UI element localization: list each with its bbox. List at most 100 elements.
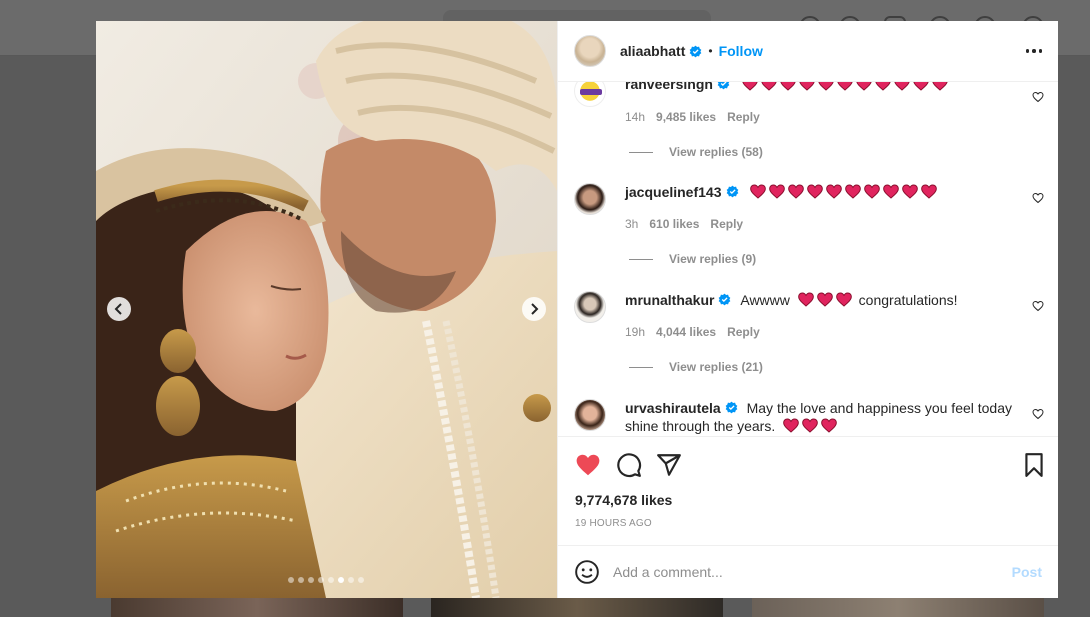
- add-comment-bar: Post: [558, 545, 1058, 598]
- comment-text: congratulations!: [858, 292, 958, 308]
- red-heart-emoji-icon: [802, 418, 818, 433]
- red-heart-emoji-icon: [799, 82, 815, 91]
- comment-time: 3h: [625, 217, 639, 231]
- comment-time: 14h: [625, 110, 646, 124]
- red-heart-emoji-icon: [807, 184, 824, 199]
- red-heart-emoji-icon: [883, 184, 900, 199]
- verified-badge-icon: [726, 185, 738, 198]
- comment-input[interactable]: [613, 564, 993, 580]
- heart-emoji-row: [797, 292, 855, 308]
- red-heart-emoji-icon: [783, 418, 799, 433]
- previous-image-button[interactable]: [107, 297, 131, 321]
- replies-line: [629, 258, 653, 260]
- carousel-dot: [348, 577, 354, 583]
- red-heart-emoji-icon: [921, 184, 938, 199]
- commenter-avatar[interactable]: [574, 291, 606, 323]
- author-username[interactable]: aliaabhatt: [620, 43, 685, 59]
- commenter-avatar[interactable]: [574, 183, 606, 215]
- replies-line: [629, 366, 653, 368]
- heart-emoji-row: [750, 184, 940, 200]
- comment-body: jacquelinef143: [625, 183, 1025, 201]
- heart-emoji-row: [783, 418, 840, 434]
- background-post-thumbnail: [431, 598, 723, 617]
- background-post-thumbnail: [752, 598, 1044, 617]
- carousel-dot: [328, 577, 334, 583]
- comment-like-heart-icon[interactable]: [1032, 300, 1044, 312]
- commenter-username[interactable]: jacquelinef143: [625, 184, 722, 200]
- comment-icon[interactable]: [616, 452, 642, 478]
- comment-like-heart-icon[interactable]: [1032, 91, 1044, 103]
- red-heart-emoji-icon: [742, 82, 758, 91]
- red-heart-emoji-icon: [894, 82, 910, 91]
- chevron-right-icon: [531, 303, 539, 315]
- carousel-dot: [288, 577, 294, 583]
- verified-badge-icon: [725, 401, 738, 414]
- next-image-button[interactable]: [522, 297, 546, 321]
- red-heart-emoji-icon: [761, 82, 777, 91]
- verified-badge-icon: [690, 45, 702, 57]
- reply-button[interactable]: Reply: [727, 325, 760, 339]
- post-timestamp[interactable]: 19 HOURS AGO: [575, 518, 652, 529]
- bookmark-icon[interactable]: [1021, 452, 1047, 478]
- comment-likes[interactable]: 4,044 likes: [656, 325, 716, 339]
- red-heart-emoji-icon: [826, 184, 843, 199]
- post-likes-count[interactable]: 9,774,678 likes: [575, 492, 672, 508]
- view-replies-button[interactable]: View replies (21): [629, 360, 763, 374]
- red-heart-emoji-icon: [875, 82, 891, 91]
- view-replies-label: View replies (9): [669, 252, 757, 266]
- carousel-dot: [298, 577, 304, 583]
- comment-like-heart-icon[interactable]: [1032, 408, 1044, 420]
- post-modal: aliaabhatt • Follow ranveersingh 14h 9,4…: [96, 21, 1058, 598]
- comment-time: 19h: [625, 325, 646, 339]
- commenter-username[interactable]: ranveersingh: [625, 82, 713, 92]
- background-post-thumbnail: [111, 598, 403, 617]
- commenter-username[interactable]: mrunalthakur: [625, 292, 714, 308]
- red-heart-emoji-icon: [818, 82, 834, 91]
- red-heart-emoji-icon: [750, 184, 767, 199]
- replies-line: [629, 151, 653, 153]
- post-actions-bar: [558, 436, 1058, 546]
- verified-badge-icon: [717, 82, 730, 90]
- chevron-left-icon: [114, 303, 122, 315]
- red-heart-emoji-icon: [902, 184, 919, 199]
- red-heart-emoji-icon: [797, 292, 814, 307]
- carousel-dot: [308, 577, 314, 583]
- more-options-icon[interactable]: [1025, 49, 1042, 53]
- comment-meta: 14h 9,485 likes Reply: [625, 110, 760, 124]
- heart-emoji-row: [742, 82, 951, 92]
- red-heart-emoji-icon: [769, 184, 786, 199]
- carousel-dot: [358, 577, 364, 583]
- comment-body: urvashirautela May the love and happines…: [625, 399, 1025, 435]
- comment-body: mrunalthakur Awwww congratulations!: [625, 291, 1025, 309]
- verified-badge-icon: [719, 293, 731, 306]
- comment-likes[interactable]: 610 likes: [649, 217, 699, 231]
- comment-body: ranveersingh: [625, 82, 1025, 93]
- view-replies-label: View replies (58): [669, 145, 763, 159]
- share-icon[interactable]: [656, 452, 682, 478]
- red-heart-emoji-icon: [837, 82, 853, 91]
- comments-list[interactable]: ranveersingh 14h 9,485 likes Reply View …: [558, 82, 1058, 436]
- commenter-avatar[interactable]: [574, 82, 606, 107]
- comment-like-heart-icon[interactable]: [1032, 192, 1044, 204]
- post-photo: [96, 21, 557, 598]
- carousel-dot: [338, 577, 344, 583]
- comment-meta: 19h 4,044 likes Reply: [625, 325, 760, 339]
- post-header: aliaabhatt • Follow: [558, 21, 1058, 82]
- heart-icon[interactable]: [575, 452, 601, 478]
- commenter-username[interactable]: urvashirautela: [625, 400, 721, 416]
- comment-likes[interactable]: 9,485 likes: [656, 110, 716, 124]
- red-heart-emoji-icon: [856, 82, 872, 91]
- follow-button[interactable]: Follow: [719, 43, 763, 59]
- view-replies-button[interactable]: View replies (58): [629, 145, 763, 159]
- author-avatar[interactable]: [574, 35, 606, 67]
- view-replies-button[interactable]: View replies (9): [629, 252, 756, 266]
- reply-button[interactable]: Reply: [727, 110, 760, 124]
- post-media-carousel[interactable]: [96, 21, 557, 598]
- commenter-avatar[interactable]: [574, 399, 606, 431]
- post-details-panel: aliaabhatt • Follow ranveersingh 14h 9,4…: [557, 21, 1058, 598]
- reply-button[interactable]: Reply: [710, 217, 743, 231]
- post-comment-button[interactable]: Post: [1012, 564, 1042, 580]
- red-heart-emoji-icon: [932, 82, 948, 91]
- emoji-icon[interactable]: [574, 559, 600, 585]
- separator-dot: •: [708, 44, 713, 58]
